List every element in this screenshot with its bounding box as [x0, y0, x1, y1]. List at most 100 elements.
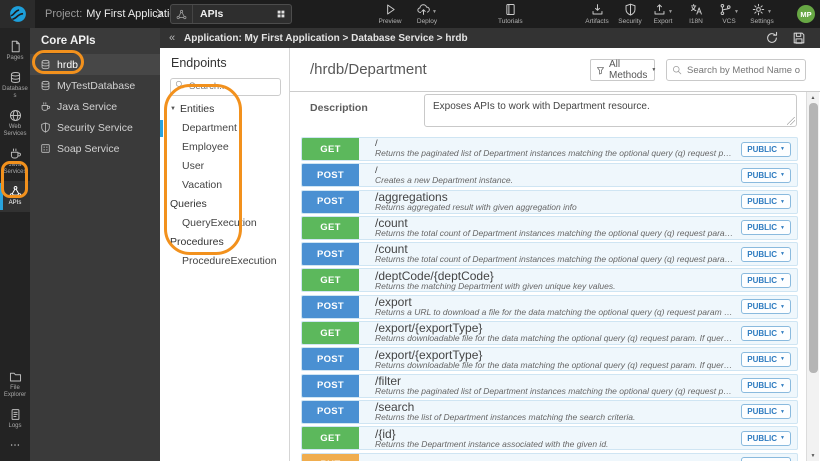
access-dropdown[interactable]: PUBLIC ▼ — [741, 194, 791, 210]
core-api-security-service[interactable]: Security Service — [30, 117, 160, 138]
chevron-down-icon: ▼ — [767, 9, 772, 15]
grid-icon[interactable] — [271, 9, 291, 19]
save-icon[interactable] — [792, 31, 806, 45]
methods-filter-label: All Methods — [609, 59, 648, 81]
deploy-button[interactable]: ▼ Deploy — [415, 2, 439, 25]
api-endpoint-row: GET /deptCode/{deptCode} Returns the mat… — [301, 268, 798, 293]
scrollbar-thumb[interactable] — [808, 103, 818, 373]
sidebar-item-apis[interactable]: APIs — [0, 181, 30, 212]
chevron-down-icon: ▼ — [668, 9, 673, 15]
breadcrumb-bar: « Application: My First Application > Da… — [160, 28, 820, 48]
endpoint-description: Returns the total count of Department in… — [375, 229, 734, 239]
i18n-button[interactable]: ▼ I18N — [684, 2, 708, 25]
api-icon — [9, 185, 22, 198]
endpoint-procedureexecution[interactable]: ▼ ProcedureExecution — [160, 252, 289, 271]
scroll-down-icon[interactable]: ▼ — [807, 450, 819, 461]
endpoint-user[interactable]: ▼ User — [160, 157, 289, 176]
chevron-down-icon: ▼ — [780, 382, 785, 389]
sidebar-item-logs[interactable]: Logs — [0, 404, 30, 435]
wavemaker-logo[interactable] — [0, 0, 35, 28]
endpoint-queries[interactable]: ▼ Queries — [160, 195, 289, 214]
scroll-up-icon[interactable]: ▲ — [807, 92, 819, 103]
chevron-down-icon: ▼ — [780, 146, 785, 152]
soap-icon — [40, 143, 51, 154]
methods-filter-dropdown[interactable]: All Methods ▼ — [590, 59, 656, 81]
sidebar-item-web-services[interactable]: Web Services — [0, 105, 30, 143]
endpoint-vacation[interactable]: ▼ Vacation — [160, 176, 289, 195]
access-dropdown[interactable]: PUBLIC ▼ — [741, 430, 791, 446]
core-api-java-service[interactable]: Java Service — [30, 96, 160, 117]
method-badge: GET — [302, 138, 359, 160]
core-api-mytestdatabase[interactable]: MyTestDatabase — [30, 75, 160, 96]
chevron-down-icon: ▼ — [734, 9, 739, 15]
endpoint-path: /export/{exportType} — [375, 348, 483, 362]
core-api-hrdb[interactable]: hrdb — [30, 54, 160, 75]
resize-handle[interactable] — [787, 117, 795, 125]
access-dropdown[interactable]: PUBLIC ▼ — [741, 272, 791, 288]
access-dropdown[interactable]: PUBLIC ▼ — [741, 220, 791, 236]
endpoint-path: /search — [375, 401, 415, 415]
chevron-down-icon: ▼ — [780, 277, 785, 284]
coffee-icon — [9, 147, 22, 160]
tab-apis[interactable]: APIs — [170, 4, 292, 24]
endpoints-search-input[interactable] — [170, 77, 281, 96]
refresh-icon[interactable] — [765, 31, 779, 45]
page-icon — [9, 40, 22, 53]
shield-icon — [624, 3, 637, 16]
access-dropdown[interactable]: PUBLIC ▼ — [741, 167, 791, 183]
access-dropdown[interactable]: PUBLIC ▼ — [741, 325, 791, 341]
database-icon — [9, 71, 22, 84]
settings-button[interactable]: ▼ Settings — [750, 2, 774, 25]
scrollbar[interactable]: ▲ ▼ — [806, 92, 819, 461]
vcs-button[interactable]: ▼ VCS — [717, 2, 741, 25]
globe-icon — [9, 109, 22, 122]
method-search-input[interactable] — [666, 59, 806, 81]
sidebar-item-pages[interactable]: Pages — [0, 36, 30, 67]
access-dropdown[interactable]: PUBLIC ▼ — [741, 299, 791, 315]
access-dropdown[interactable]: PUBLIC ▼ — [741, 141, 791, 157]
endpoint-path: / — [375, 165, 378, 176]
chevron-right-icon — [153, 7, 166, 20]
sidebar-item-file-explorer[interactable]: File Explorer — [0, 366, 30, 404]
api-endpoint-row: PUT PUBLIC ▼ — [301, 452, 798, 461]
endpoint-department[interactable]: ▼ Department — [160, 119, 289, 138]
artifacts-button[interactable]: ▼ Artifacts — [585, 2, 609, 25]
access-dropdown[interactable]: PUBLIC ▼ — [741, 351, 791, 367]
access-dropdown[interactable]: PUBLIC ▼ — [741, 378, 791, 394]
core-api-soap-service[interactable]: Soap Service — [30, 138, 160, 159]
endpoint-entities[interactable]: ▼ Entities — [160, 100, 289, 119]
sidebar-item-java-services[interactable]: Java Services — [0, 143, 30, 181]
endpoint-queryexecution[interactable]: ▼ QueryExecution — [160, 214, 289, 233]
method-badge: POST — [302, 243, 359, 266]
endpoint-description: Returns downloadable file for the data m… — [375, 334, 733, 344]
core-apis-title: Core APIs — [41, 35, 96, 47]
description-value: Exposes APIs to work with Department res… — [433, 101, 650, 112]
more-button[interactable] — [0, 435, 30, 457]
preview-button[interactable]: ▼ Preview — [378, 2, 402, 25]
endpoints-panel: Endpoints ▼ Entities ▼ Department ▼ Empl… — [160, 48, 290, 461]
chevron-down-icon: ▼ — [780, 251, 785, 258]
access-dropdown[interactable]: PUBLIC ▼ — [741, 404, 791, 420]
access-dropdown[interactable]: PUBLIC ▼ — [741, 457, 791, 461]
endpoint-path: /aggregations — [375, 190, 448, 204]
method-badge: POST — [302, 348, 359, 371]
endpoint-procedures[interactable]: ▼ Procedures — [160, 233, 289, 252]
endpoint-description: Returns the paginated list of Department… — [375, 149, 733, 159]
endpoint-employee[interactable]: ▼ Employee — [160, 138, 289, 157]
left-sidebar: Pages Databases Web Services Java Servic… — [0, 28, 30, 461]
more-icon — [9, 439, 21, 451]
description-textarea[interactable]: Exposes APIs to work with Department res… — [424, 94, 797, 127]
tutorials-button[interactable]: ▼ Tutorials — [498, 2, 523, 25]
collapse-panel-icon[interactable]: « — [160, 32, 184, 44]
sidebar-item-databases[interactable]: Databases — [0, 67, 30, 105]
chevron-down-icon: ▼ — [432, 9, 437, 15]
api-endpoint-row: GET /{id} Returns the Department instanc… — [301, 426, 798, 451]
i18n-icon — [690, 3, 703, 16]
api-endpoint-row: POST /search Returns the list of Departm… — [301, 399, 798, 424]
security-button[interactable]: ▼ Security — [618, 2, 642, 25]
method-badge: GET — [302, 269, 359, 292]
export-button[interactable]: ▼ Export — [651, 2, 675, 25]
avatar[interactable]: MP — [797, 5, 815, 23]
access-dropdown[interactable]: PUBLIC ▼ — [741, 246, 791, 262]
project-name: My First Application — [86, 8, 182, 20]
